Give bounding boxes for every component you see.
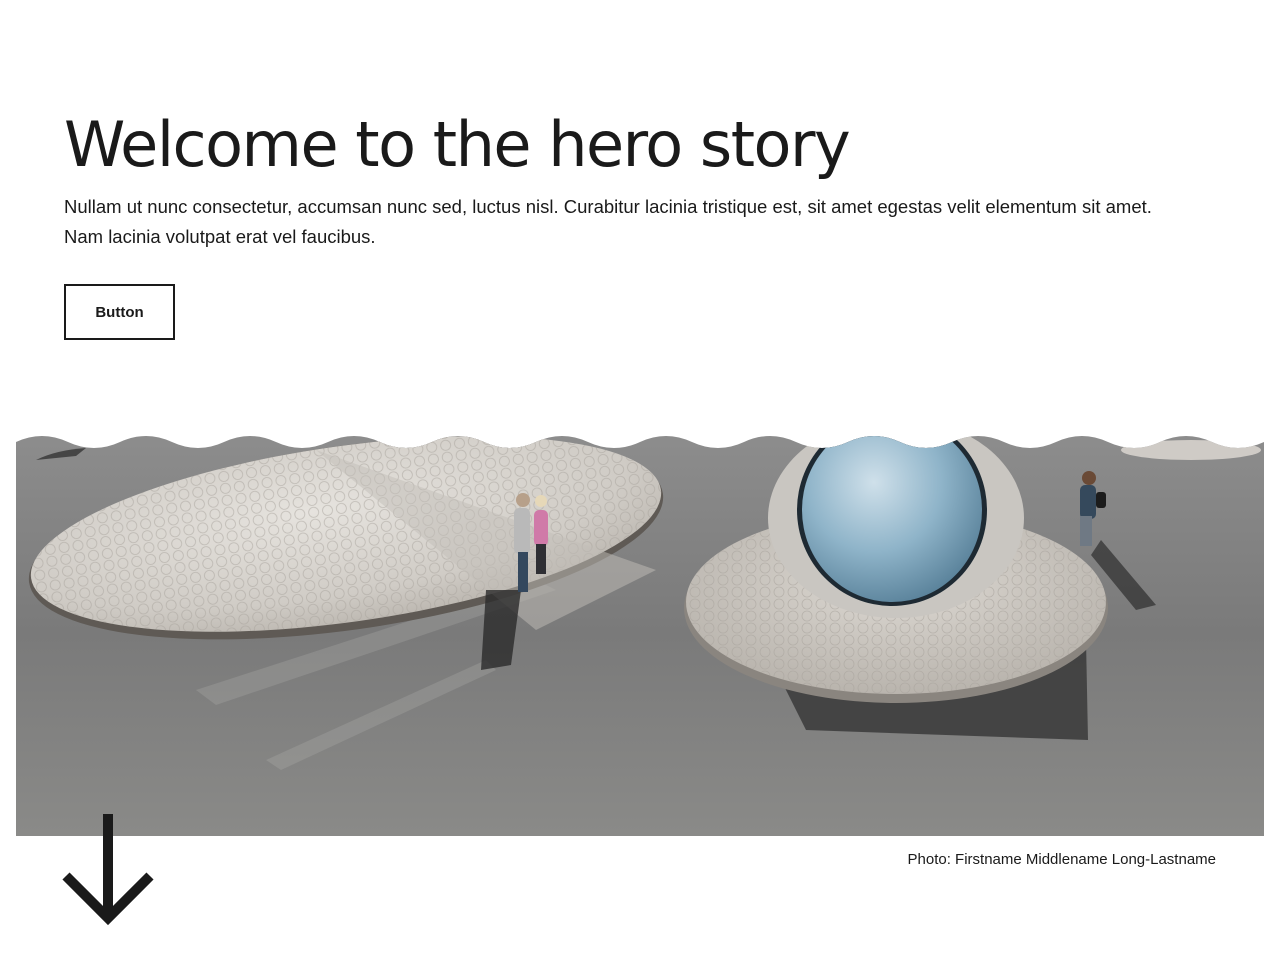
hero-text-block: Welcome to the hero story Nullam ut nunc… [64,108,1214,252]
arrow-down-icon[interactable] [62,812,154,928]
photo-caption: Photo: Firstname Middlename Long-Lastnam… [907,851,1217,868]
hero-lead: Nullam ut nunc consectetur, accumsan nun… [64,196,1152,247]
hero-image [16,436,1264,836]
hero-title: Welcome to the hero story [64,108,851,181]
hero-button[interactable]: Button [64,284,175,340]
hero-story: Welcome to the hero story Nullam ut nunc… [0,0,1280,966]
